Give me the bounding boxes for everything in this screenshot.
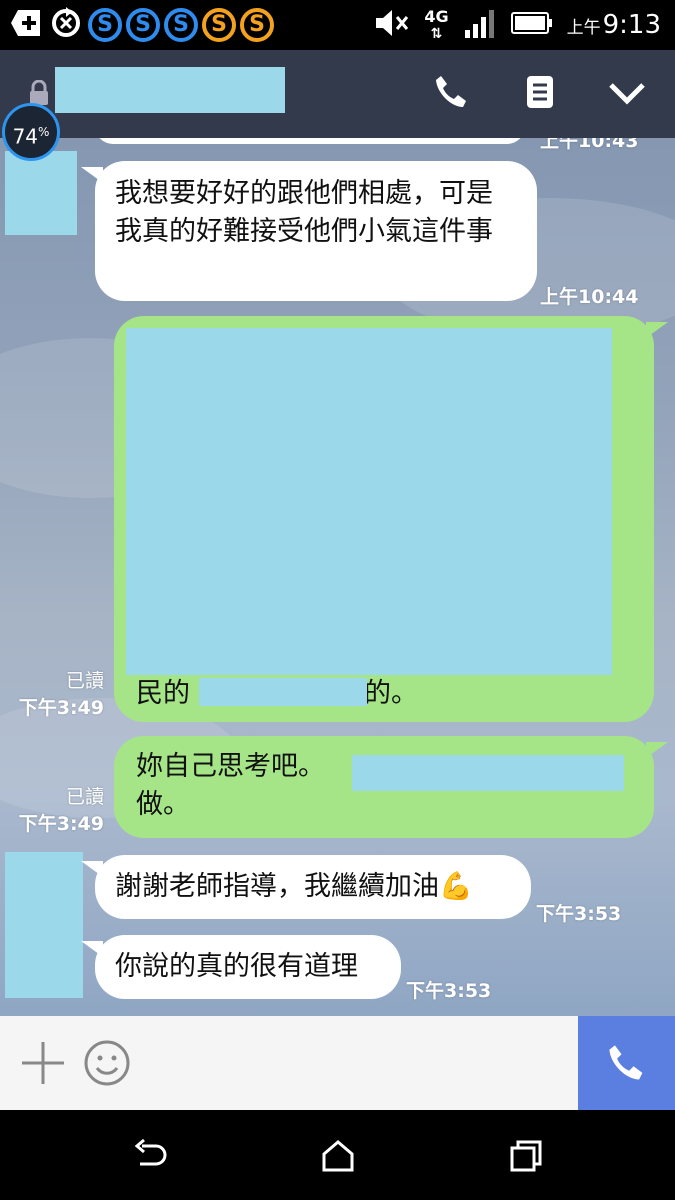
coin-icon: S: [88, 8, 122, 42]
emoji-icon[interactable]: [82, 1038, 132, 1088]
coin-icon: S: [240, 8, 274, 42]
redacted-content: [126, 328, 612, 675]
battery-icon: [510, 11, 553, 39]
chat-header: [0, 50, 675, 138]
contact-avatar[interactable]: [5, 151, 77, 235]
message-text: 謝謝老師指導，我繼續加油: [115, 871, 439, 902]
message-text: 我想要好好的跟他們相處，可是我真的好難接受他們小氣這件事: [115, 178, 493, 247]
message-time: 下午3:53: [406, 980, 492, 1002]
redacted-content: [352, 755, 624, 791]
sync-icon: [48, 5, 84, 45]
coin-icon: S: [126, 8, 160, 42]
mute-icon: [374, 8, 410, 42]
status-clock: 上午9:13: [566, 10, 661, 40]
message-text: 做。: [136, 789, 190, 820]
coin-icon: S: [202, 8, 236, 42]
signal-icon: [463, 8, 497, 42]
plus-icon[interactable]: [18, 1038, 68, 1088]
battery-percent-badge: 74%: [2, 103, 60, 161]
system-nav-bar: [0, 1110, 675, 1200]
message-bubble-partial[interactable]: [95, 138, 525, 144]
message-input-bar: [0, 1016, 675, 1110]
message-time: 下午3:53: [536, 903, 622, 925]
message-bubble-incoming[interactable]: 謝謝老師指導，我繼續加油💪: [81, 855, 531, 919]
call-icon[interactable]: [578, 1016, 675, 1110]
message-text: 妳自己思考吧。: [136, 751, 325, 782]
back-icon[interactable]: [130, 1136, 170, 1176]
status-bar: S S S S S 4G ⇅ 上午9:13: [0, 0, 675, 50]
redacted-content: [199, 678, 367, 706]
chevron-down-icon[interactable]: [605, 70, 649, 114]
contact-avatar[interactable]: [5, 852, 83, 998]
notes-icon[interactable]: [518, 70, 562, 114]
message-text-end: 的。: [364, 678, 418, 709]
message-text-start: 民的: [136, 678, 190, 709]
flexed-biceps-emoji: 💪: [439, 871, 473, 902]
message-time: 上午10:43: [540, 138, 639, 152]
coin-icon: S: [164, 8, 198, 42]
message-time: 上午10:44: [540, 286, 639, 308]
phone-icon[interactable]: [430, 70, 474, 114]
network-type: 4G ⇅: [424, 6, 449, 42]
read-status: 已讀 下午3:49: [18, 670, 104, 719]
message-bubble-incoming[interactable]: 我想要好好的跟他們相處，可是我真的好難接受他們小氣這件事: [81, 161, 537, 301]
recents-icon[interactable]: [506, 1136, 546, 1176]
message-bubble-incoming[interactable]: 你說的真的很有道理: [81, 935, 401, 999]
contact-name-redacted: [55, 67, 285, 113]
read-status: 已讀 下午3:49: [18, 786, 104, 835]
plus-square-icon: [10, 6, 44, 44]
home-icon[interactable]: [318, 1136, 358, 1176]
message-text: 你說的真的很有道理: [115, 951, 358, 982]
chat-messages[interactable]: 上午10:43 我想要好好的跟他們相處，可是我真的好難接受他們小氣這件事 上午1…: [0, 138, 675, 1016]
